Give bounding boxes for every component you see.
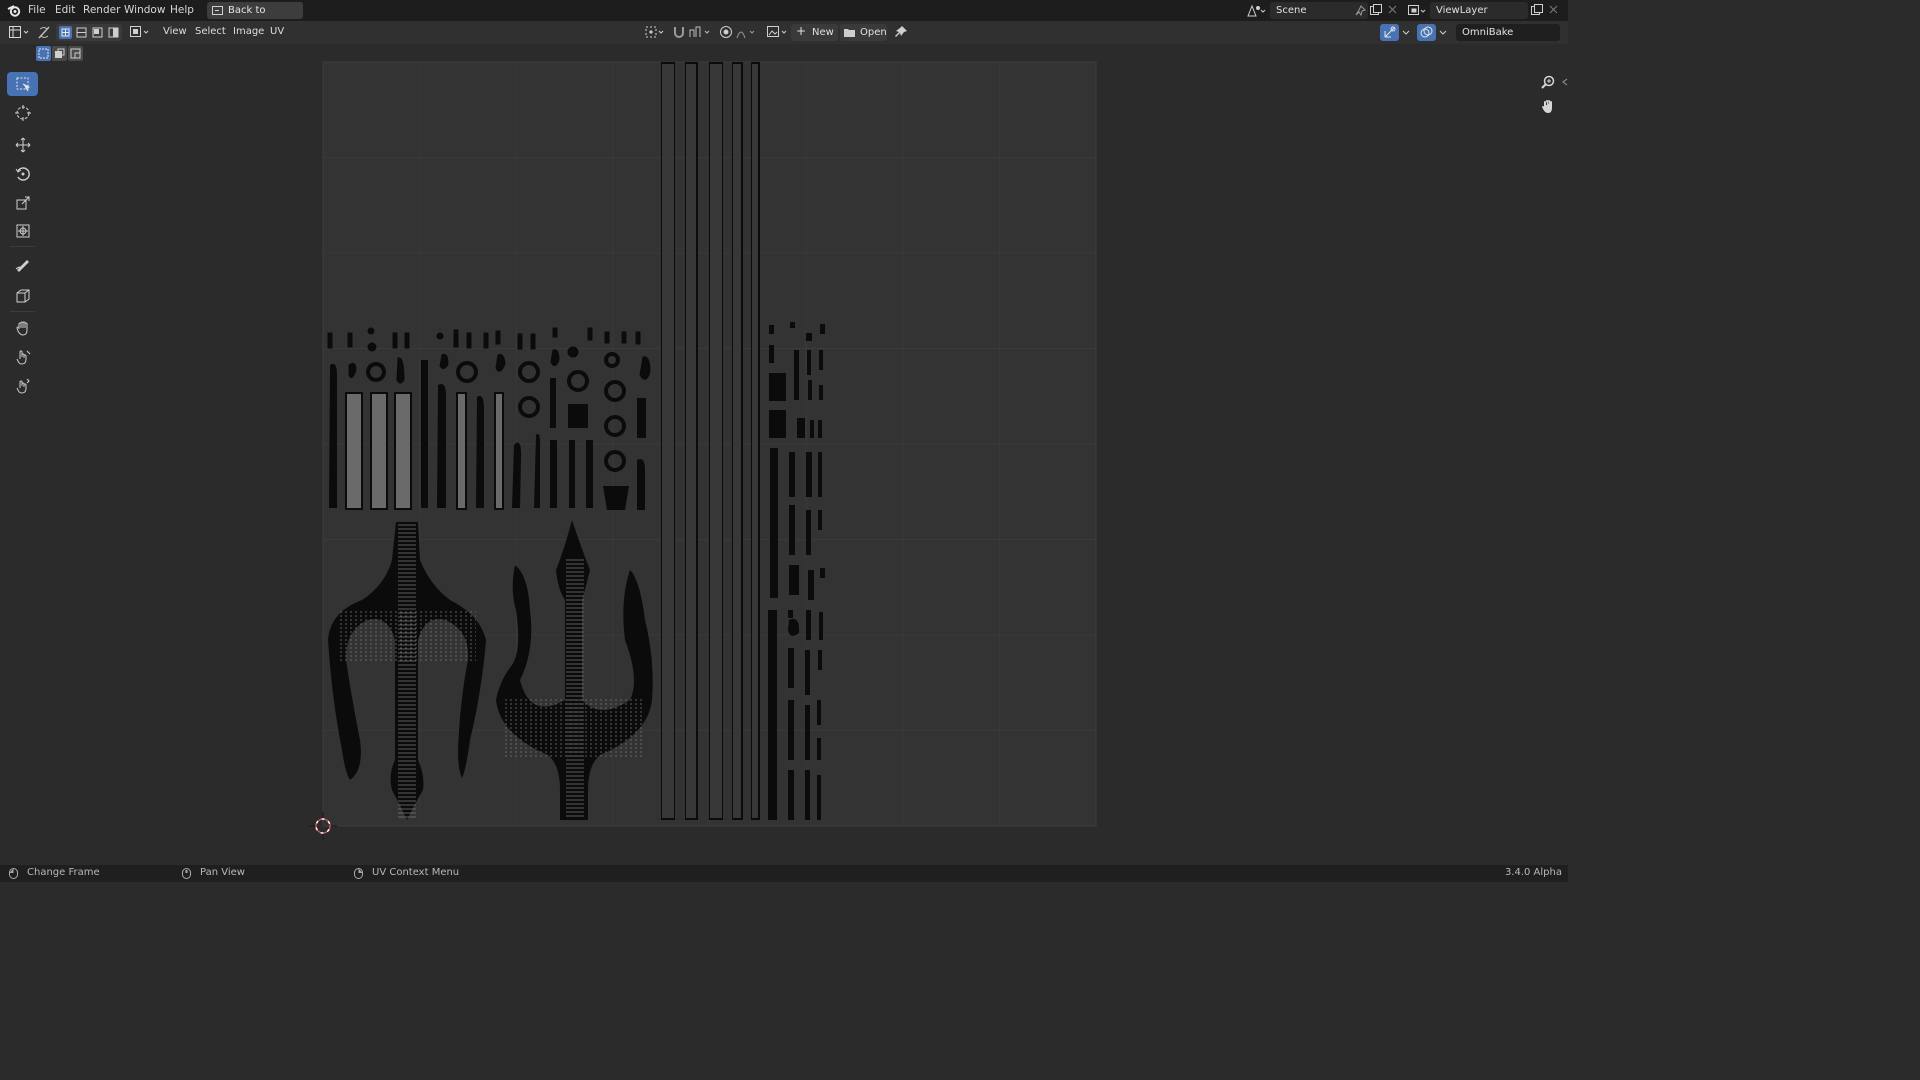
mouse-right-icon [354, 868, 363, 879]
uv-editor-canvas[interactable] [0, 0, 1568, 882]
status-right-click: UV Context Menu [372, 867, 460, 878]
blender-version: 3.4.0 Alpha [1504, 867, 1562, 878]
status-middle-click: Pan View [200, 867, 245, 878]
status-left-click: Change Frame [27, 867, 100, 878]
mouse-left-icon [9, 868, 18, 879]
mouse-middle-icon [182, 868, 191, 879]
status-bar: Change Frame Pan View UV Context Menu 3.… [0, 865, 1568, 882]
